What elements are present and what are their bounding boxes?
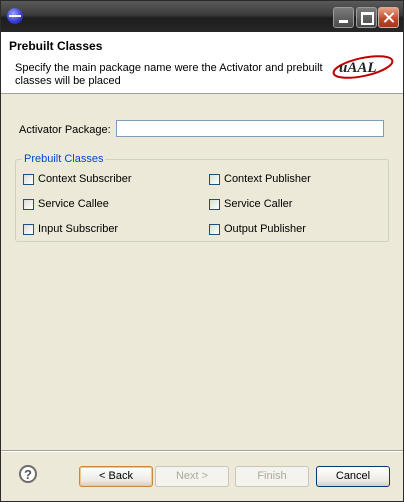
eclipse-icon <box>7 8 23 24</box>
activator-package-input[interactable] <box>116 120 384 137</box>
checkbox-box[interactable] <box>209 198 220 210</box>
footer-separator <box>1 450 403 452</box>
wizard-header: Prebuilt Classes Specify the main packag… <box>1 32 403 94</box>
minimize-button[interactable] <box>333 7 354 28</box>
checkbox-output-publisher[interactable]: Output Publisher <box>209 223 306 235</box>
page-title: Prebuilt Classes <box>9 39 103 53</box>
page-description: Specify the main package name were the A… <box>15 62 323 87</box>
checkbox-label: Output Publisher <box>224 223 306 235</box>
title-bar[interactable] <box>1 1 403 32</box>
checkbox-box[interactable] <box>23 198 34 210</box>
group-legend: Prebuilt Classes <box>22 153 106 165</box>
finish-button[interactable]: Finish <box>235 466 309 487</box>
checkbox-label: Service Callee <box>38 198 109 210</box>
cancel-button[interactable]: Cancel <box>316 466 390 487</box>
checkbox-label: Context Publisher <box>224 173 311 185</box>
help-icon[interactable]: ? <box>19 465 37 483</box>
checkbox-box[interactable] <box>23 173 34 185</box>
checkbox-service-callee[interactable]: Service Callee <box>23 198 109 210</box>
activator-package-label: Activator Package: <box>19 124 111 136</box>
back-button[interactable]: < Back <box>79 466 153 487</box>
svg-text:uAAL: uAAL <box>339 60 377 76</box>
checkbox-box[interactable] <box>23 223 34 235</box>
checkbox-context-subscriber[interactable]: Context Subscriber <box>23 173 132 185</box>
checkbox-input-subscriber[interactable]: Input Subscriber <box>23 223 118 235</box>
checkbox-label: Context Subscriber <box>38 173 132 185</box>
close-button[interactable] <box>378 7 399 28</box>
checkbox-box[interactable] <box>209 223 220 235</box>
wizard-window: Prebuilt Classes Specify the main packag… <box>0 0 404 502</box>
checkbox-box[interactable] <box>209 173 220 185</box>
next-button[interactable]: Next > <box>155 466 229 487</box>
maximize-button[interactable] <box>356 7 377 28</box>
checkbox-label: Input Subscriber <box>38 223 119 235</box>
checkbox-label: Service Caller <box>224 198 293 210</box>
universaal-logo: uAAL <box>332 55 394 79</box>
checkbox-service-caller[interactable]: Service Caller <box>209 198 292 210</box>
checkbox-context-publisher[interactable]: Context Publisher <box>209 173 311 185</box>
